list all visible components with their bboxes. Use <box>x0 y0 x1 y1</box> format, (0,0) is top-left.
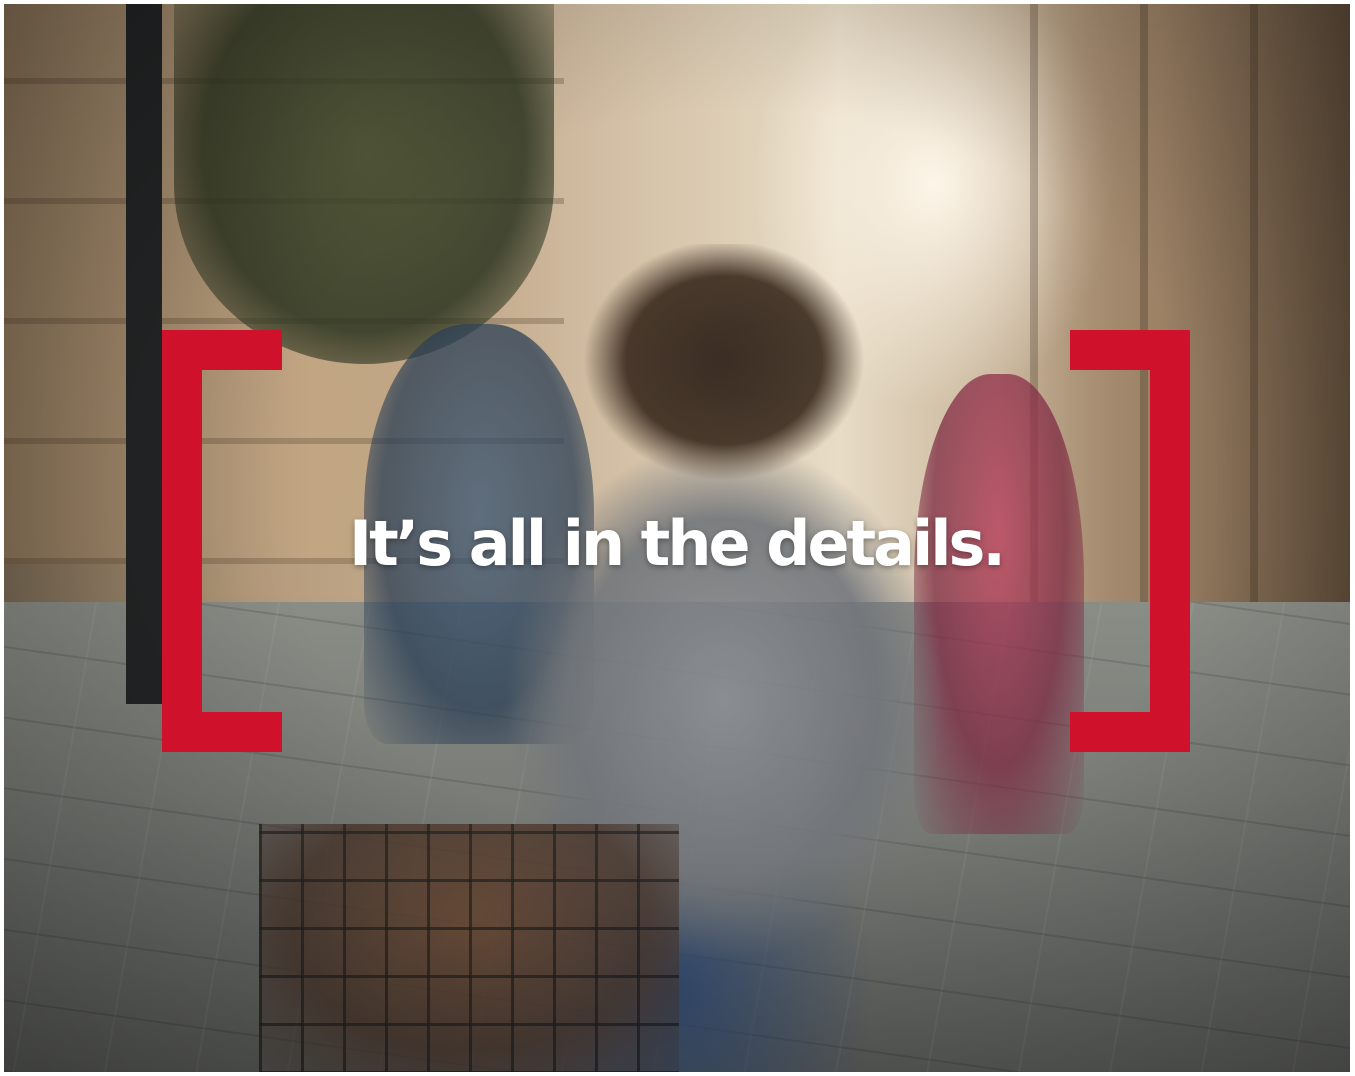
hero-banner: It’s all in the details. <box>4 4 1350 1072</box>
headline: It’s all in the details. <box>349 507 1006 580</box>
